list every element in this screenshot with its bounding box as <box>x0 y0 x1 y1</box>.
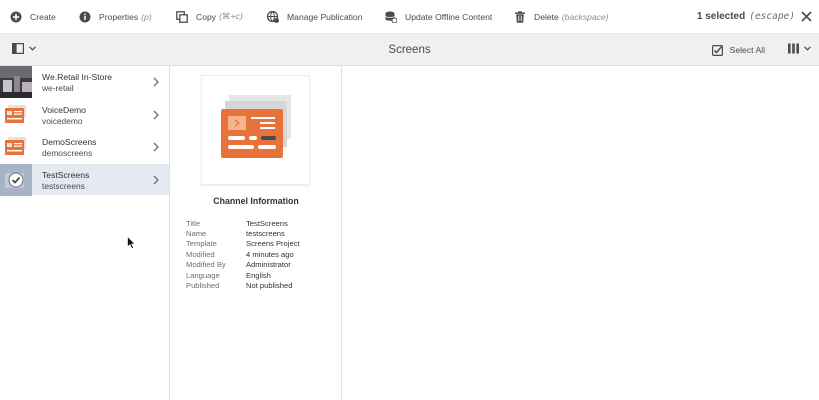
property-row: Template Screens Project <box>186 239 300 249</box>
property-row: Language English <box>186 270 300 280</box>
create-label: Create <box>30 11 56 22</box>
channel-information-heading: Channel Information <box>213 196 299 206</box>
property-key: Title <box>186 218 201 228</box>
column-view-icon <box>788 43 799 54</box>
column-details: Channel Information Title TestScreens Nam… <box>170 66 342 400</box>
column-projects: We.Retail In-Store we-retail VoiceDemo v… <box>0 66 170 400</box>
list-item-we-retail[interactable]: We.Retail In-Store we-retail <box>0 66 169 99</box>
copy-icon <box>176 10 188 23</box>
selection-escape-hint: (escape) <box>749 11 795 22</box>
property-value: testscreens <box>246 229 285 239</box>
manage-publication-label: Manage Publication <box>287 11 363 22</box>
list-item-demoscreens[interactable]: DemoScreens demoscreens <box>0 131 169 164</box>
property-row: Title TestScreens <box>186 218 300 228</box>
property-value: Administrator <box>246 260 291 270</box>
rail-panel-icon <box>12 43 24 54</box>
properties-list: Title TestScreens Name testscreens Templat… <box>186 218 300 291</box>
property-key: Template <box>186 239 217 249</box>
item-title: TestScreens <box>42 169 90 180</box>
item-title: VoiceDemo <box>42 104 86 115</box>
item-name: testscreens <box>42 180 85 191</box>
delete-shortcut: (backspace) <box>561 11 609 22</box>
update-offline-button[interactable]: Update Offline Content <box>385 0 492 33</box>
trash-icon <box>514 10 526 23</box>
property-key: Language <box>186 270 220 280</box>
database-refresh-icon <box>385 11 397 23</box>
property-row: Name testscreens <box>186 228 300 238</box>
thumbnail-project-icon <box>0 131 32 163</box>
property-row: Modified 4 minutes ago <box>186 249 300 259</box>
property-value: TestScreens <box>246 218 288 228</box>
properties-shortcut: (p) <box>141 11 152 22</box>
select-all-button[interactable]: Select All <box>711 34 765 66</box>
page-title: Screens <box>388 44 431 56</box>
manage-publication-button[interactable]: Manage Publication <box>267 0 363 33</box>
thumbnail-selected-check <box>0 163 32 196</box>
column-empty <box>342 66 819 400</box>
list-item-testscreens[interactable]: TestScreens testscreens <box>0 163 169 196</box>
chevron-right-icon <box>153 110 159 119</box>
property-value: 4 minutes ago <box>246 249 294 259</box>
view-switcher-button[interactable] <box>788 43 811 54</box>
selection-count-label: 1 selected <box>696 11 746 22</box>
properties-button[interactable]: Properties (p) <box>79 0 152 33</box>
selection-count: 1 selected (escape) <box>697 0 795 33</box>
title-bar: Screens Select All <box>0 33 819 66</box>
action-bar: Create Properties (p) Copy (⌘+c) Manage … <box>0 0 819 33</box>
checkbox-checked-icon <box>711 44 723 56</box>
close-selection-button[interactable] <box>800 10 813 23</box>
copy-label: Copy <box>196 11 217 22</box>
property-value: Not published <box>246 281 293 291</box>
mouse-cursor-icon <box>127 236 136 250</box>
update-offline-label: Update Offline Content <box>405 11 493 22</box>
item-title: DemoScreens <box>42 137 97 147</box>
add-circle-icon <box>10 11 22 23</box>
copy-shortcut: (⌘+c) <box>219 11 243 21</box>
chevron-right-icon <box>153 175 159 184</box>
info-icon <box>79 11 91 23</box>
select-all-label: Select All <box>729 45 765 55</box>
channel-illustration-icon <box>221 95 291 158</box>
item-name: demoscreens <box>42 148 93 158</box>
property-key: Published <box>186 281 220 291</box>
close-icon <box>801 11 812 22</box>
chevron-down-icon <box>804 46 811 51</box>
property-value: Screens Project <box>246 239 300 249</box>
item-name: we-retail <box>42 83 74 93</box>
property-row: Modified By Administrator <box>186 260 300 270</box>
item-title: We.Retail In-Store <box>42 72 113 82</box>
delete-button[interactable]: Delete (backspace) <box>514 0 609 33</box>
property-row: Published Not published <box>186 280 300 290</box>
globe-publish-icon <box>267 10 279 23</box>
chevron-right-icon <box>153 77 159 87</box>
chevron-down-icon <box>29 46 36 51</box>
channel-preview-card <box>201 75 310 185</box>
chevron-right-icon <box>153 142 159 152</box>
property-key: Modified By <box>186 260 226 270</box>
thumbnail-project-icon <box>0 98 32 131</box>
copy-button[interactable]: Copy (⌘+c) <box>176 0 243 33</box>
create-button[interactable]: Create <box>10 0 56 33</box>
thumbnail-photo <box>0 66 32 98</box>
properties-label: Properties <box>99 11 139 22</box>
property-key: Modified <box>186 249 215 259</box>
property-value: English <box>246 270 271 280</box>
item-name: voicedemo <box>42 115 83 126</box>
rail-toggle-button[interactable] <box>12 43 36 54</box>
list-item-voicedemo[interactable]: VoiceDemo voicedemo <box>0 98 169 131</box>
delete-label: Delete <box>534 11 559 22</box>
property-key: Name <box>186 229 207 239</box>
